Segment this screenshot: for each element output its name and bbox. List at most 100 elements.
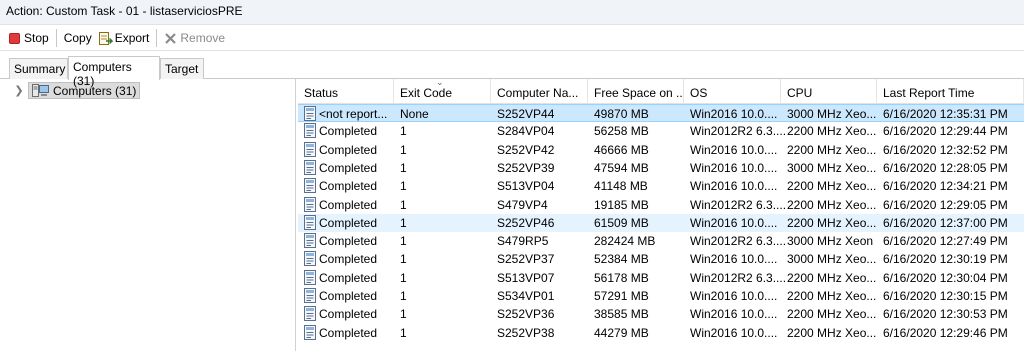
os-cell: Win2012R2 6.3....	[690, 270, 787, 285]
status-cell: Completed	[319, 160, 378, 175]
free-space-cell: 44279 MB	[594, 325, 649, 340]
status-cell: Completed	[319, 234, 378, 249]
stop-button[interactable]: Stop	[6, 28, 52, 49]
computer-name-cell: S252VP37	[497, 252, 555, 267]
table-row[interactable]: Completed 1 S284VP04 56258 MB Win2012R2 6.3.…	[298, 122, 1024, 140]
tab-target[interactable]: Target	[160, 58, 204, 79]
status-cell: Completed	[319, 197, 378, 212]
table-row[interactable]: Completed 1 S534VP01 57291 MB Win2016 10.0..…	[298, 287, 1024, 305]
exit-code-cell: None	[400, 107, 429, 121]
exit-code-cell: 1	[400, 270, 407, 285]
exit-code-cell: 1	[400, 142, 407, 157]
os-cell: Win2012R2 6.3....	[690, 197, 787, 212]
exit-code-cell: 1	[400, 124, 407, 139]
status-cell: Completed	[319, 124, 378, 139]
free-space-cell: 38585 MB	[594, 307, 649, 322]
tree-node-label: Computers (31)	[53, 83, 137, 98]
table-row[interactable]: Completed 1 S479VP4 19185 MB Win2012R2 6.3..…	[298, 196, 1024, 214]
computer-result-icon	[303, 159, 317, 175]
table-row[interactable]: Completed 1 S252VP42 46666 MB Win2016 10.0..…	[298, 141, 1024, 159]
last-report-time-cell: 6/16/2020 12:30:53 PM	[883, 307, 1008, 322]
status-cell: <not report...	[319, 107, 388, 121]
column-header-computer-name[interactable]: Computer Na...	[491, 79, 588, 104]
free-space-cell: 19185 MB	[594, 197, 649, 212]
remove-button[interactable]: Remove	[161, 28, 228, 49]
toolbar-separator	[156, 29, 158, 47]
last-report-time-cell: 6/16/2020 12:27:49 PM	[883, 234, 1008, 249]
status-cell: Completed	[319, 270, 378, 285]
computer-name-cell: S252VP38	[497, 325, 555, 340]
cpu-cell: 3000 MHz Xeo...	[787, 107, 877, 121]
table-row[interactable]: <not report... None S252VP44 49870 MB Win201…	[298, 104, 1024, 122]
cpu-cell: 2200 MHz Xeo...	[787, 124, 877, 139]
remove-label: Remove	[180, 31, 226, 45]
column-header-status[interactable]: Status	[298, 79, 394, 104]
last-report-time-cell: 6/16/2020 12:30:04 PM	[883, 270, 1008, 285]
computer-result-icon	[303, 214, 317, 230]
os-cell: Win2016 10.0....	[690, 160, 778, 175]
computer-result-icon	[303, 123, 317, 139]
cpu-cell: 3000 MHz Xeo...	[787, 160, 877, 175]
remove-icon	[165, 32, 177, 44]
free-space-cell: 61509 MB	[594, 215, 649, 230]
table-row[interactable]: Completed 1 S252VP39 47594 MB Win2016 10.0..…	[298, 159, 1024, 177]
os-cell: Win2016 10.0....	[690, 107, 778, 121]
os-cell: Win2016 10.0....	[690, 325, 778, 340]
os-cell: Win2016 10.0....	[690, 142, 778, 157]
os-cell: Win2016 10.0....	[690, 289, 778, 303]
column-header-free-space[interactable]: Free Space on ...	[588, 79, 684, 104]
os-cell: Win2016 10.0....	[690, 307, 778, 322]
last-report-time-cell: 6/16/2020 12:35:31 PM	[883, 107, 1008, 121]
table-row[interactable]: Completed 1 S252VP36 38585 MB Win2016 10.0..…	[298, 305, 1024, 323]
computer-name-cell: S479VP4	[497, 197, 548, 212]
stop-label: Stop	[24, 31, 49, 45]
cpu-cell: 2200 MHz Xeo...	[787, 289, 877, 303]
computers-icon	[32, 84, 49, 97]
last-report-time-cell: 6/16/2020 12:28:05 PM	[883, 160, 1008, 175]
table-row[interactable]: Completed 1 S252VP37 52384 MB Win2016 10.0..…	[298, 250, 1024, 268]
column-header-last-report-time[interactable]: Last Report Time	[877, 79, 1024, 104]
status-cell: Completed	[319, 325, 378, 340]
exit-code-header-label: Exit Code	[400, 86, 453, 100]
last-report-time-cell: 6/16/2020 12:32:52 PM	[883, 142, 1008, 157]
column-header-cpu[interactable]: CPU	[781, 79, 877, 104]
last-report-time-cell: 6/16/2020 12:37:00 PM	[883, 215, 1008, 230]
os-cell: Win2012R2 6.3....	[690, 124, 787, 139]
tab-summary[interactable]: Summary	[9, 58, 68, 79]
exit-code-cell: 1	[400, 252, 407, 267]
chevron-right-icon[interactable]: ❯	[10, 84, 28, 97]
free-space-cell: 46666 MB	[594, 142, 649, 157]
toolbar-separator	[55, 29, 57, 47]
table-row[interactable]: Completed 1 S252VP46 61509 MB Win2016 10.0..…	[298, 213, 1024, 232]
exit-code-cell: 1	[400, 307, 407, 322]
copy-button[interactable]: Copy	[61, 28, 95, 49]
exit-code-cell: 1	[400, 160, 407, 175]
computer-name-cell: S252VP44	[497, 107, 555, 121]
computer-name-cell: S252VP36	[497, 307, 555, 322]
exit-code-cell: 1	[400, 179, 407, 194]
os-cell: Win2016 10.0....	[690, 179, 778, 194]
computer-name-cell: S513VP04	[497, 179, 555, 194]
column-header-exit-code[interactable]: Exit Code ⌄	[394, 79, 491, 104]
table-row[interactable]: Completed 1 S252VP38 44279 MB Win2016 10.0..…	[298, 324, 1024, 342]
computer-result-icon	[303, 269, 317, 285]
exit-code-cell: 1	[400, 197, 407, 212]
table-row[interactable]: Completed 1 S513VP07 56178 MB Win2012R2 6.3.…	[298, 269, 1024, 287]
tab-strip: Summary Computers (31) Target	[0, 52, 1024, 88]
column-header-os[interactable]: OS	[684, 79, 781, 104]
computer-name-cell: S479RP5	[497, 234, 549, 249]
window-title: Action: Custom Task - 01 - listaservicio…	[0, 0, 1024, 25]
computer-result-icon	[303, 106, 317, 121]
free-space-cell: 282424 MB	[594, 234, 656, 249]
cpu-cell: 2200 MHz Xeo...	[787, 142, 877, 157]
export-button[interactable]: Export	[95, 28, 153, 49]
table-row[interactable]: Completed 1 S513VP04 41148 MB Win2016 10.0..…	[298, 177, 1024, 195]
status-cell: Completed	[319, 252, 378, 267]
tab-computers[interactable]: Computers (31)	[68, 56, 160, 88]
free-space-cell: 56258 MB	[594, 124, 649, 139]
stop-icon	[9, 32, 20, 44]
table-row[interactable]: Completed 1 S479RP5 282424 MB Win2012R2 6.3.…	[298, 232, 1024, 250]
computer-name-cell: S252VP46	[497, 215, 555, 230]
exit-code-cell: 1	[400, 215, 407, 230]
exit-code-cell: 1	[400, 289, 407, 303]
